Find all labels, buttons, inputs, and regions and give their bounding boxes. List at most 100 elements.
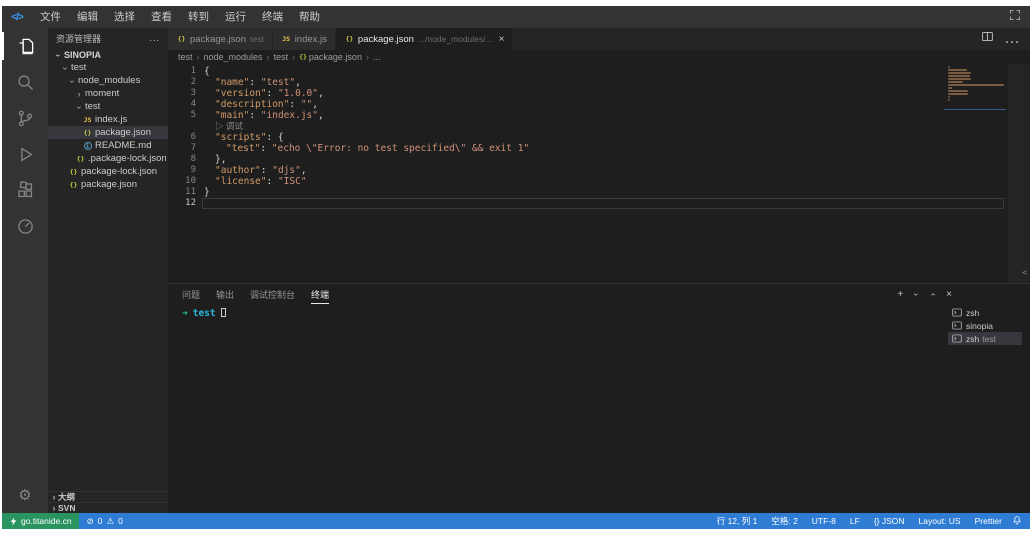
menu-item-7[interactable]: 帮助 <box>291 6 328 28</box>
minimap-line <box>948 81 963 83</box>
remote-indicator[interactable]: go.titanide.cn <box>2 513 79 529</box>
gauge-icon[interactable] <box>2 208 48 244</box>
indentation[interactable]: 空格: 2 <box>771 515 797 527</box>
sidebar-more-actions-icon[interactable]: ... <box>149 33 160 43</box>
json-file-icon: {} <box>344 35 355 43</box>
minimap-line <box>948 78 971 80</box>
eol[interactable]: LF <box>850 516 860 526</box>
menu-item-2[interactable]: 选择 <box>106 6 143 28</box>
cursor-position[interactable]: 行 12, 列 1 <box>717 515 758 527</box>
menu-item-6[interactable]: 终端 <box>254 6 291 28</box>
section-大纲[interactable]: ›大纲 <box>48 491 168 502</box>
tree-item-README.md[interactable]: iREADME.md <box>48 139 168 152</box>
tree-item-package.json[interactable]: {}package.json <box>48 126 168 139</box>
editor-more-actions-icon[interactable]: … <box>1004 30 1020 48</box>
breadcrumb-item[interactable]: ... <box>373 52 381 62</box>
encoding[interactable]: UTF-8 <box>812 516 836 526</box>
editor-tab-package.json[interactable]: {}package.json.../node_modules/...× <box>336 28 514 50</box>
menu-item-3[interactable]: 查看 <box>143 6 180 28</box>
js-file-icon: JS <box>281 35 292 43</box>
section-SVN[interactable]: ›SVN <box>48 502 168 513</box>
tree-item-.package-lock.json[interactable]: {}.package-lock.json <box>48 152 168 165</box>
js-file-icon: JS <box>82 116 93 124</box>
tree-item-node_modules[interactable]: ›node_modules <box>48 74 168 87</box>
terminal-list-item-0[interactable]: zsh <box>948 306 1022 319</box>
activity-bar: ⚙ <box>2 28 48 513</box>
tree-item-moment[interactable]: ›moment <box>48 87 168 100</box>
prompt-arrow: ➜ <box>182 308 188 319</box>
breadcrumb-separator-icon: › <box>292 52 295 62</box>
panel-tab-终端[interactable]: 终端 <box>311 285 329 304</box>
notifications-bell-icon[interactable] <box>1012 515 1030 527</box>
panel-tab-调试控制台[interactable]: 调试控制台 <box>250 285 295 304</box>
tree-item-label: index.js <box>95 114 127 125</box>
code-line: ▷ 调试 <box>168 121 1030 132</box>
extensions-icon[interactable] <box>2 172 48 208</box>
breadcrumb-item[interactable]: test <box>178 52 193 62</box>
breadcrumb-item[interactable]: test <box>274 52 289 62</box>
debug-codelens[interactable]: ▷ 调试 <box>215 121 243 132</box>
line-number: 4 <box>168 99 196 110</box>
expand-window-icon[interactable] <box>1000 8 1030 26</box>
current-line-highlight <box>202 198 1004 209</box>
run-and-debug-icon[interactable] <box>2 136 48 172</box>
terminal-dropdown-icon[interactable]: › <box>912 291 922 299</box>
json-file-icon: {} <box>82 129 93 137</box>
minimap[interactable] <box>948 66 1006 102</box>
terminal-item-label: sinopia <box>966 321 993 331</box>
code-line: 2"name": "test", <box>168 77 1030 88</box>
close-tab-icon[interactable]: × <box>499 34 505 45</box>
tab-label: package.json <box>190 34 246 45</box>
new-terminal-icon[interactable]: + <box>897 289 903 300</box>
terminal-output[interactable]: ➜test <box>168 304 948 513</box>
editor-tab-package.json[interactable]: {}package.jsontest <box>168 28 273 50</box>
minimap-line <box>948 69 967 71</box>
terminal-list-item-1[interactable]: sinopia <box>948 319 1022 332</box>
menu-item-0[interactable]: 文件 <box>32 6 69 28</box>
layout[interactable]: Layout: US <box>919 516 961 526</box>
source-control-icon[interactable] <box>2 100 48 136</box>
tree-item-package-lock.json[interactable]: {}package-lock.json <box>48 165 168 178</box>
editor-tab-index.js[interactable]: JSindex.js <box>273 28 336 50</box>
manage-gear-icon[interactable]: ⚙ <box>2 477 48 513</box>
breadcrumb-label: package.json <box>309 52 362 62</box>
line-number: 11 <box>168 187 196 198</box>
menu-item-5[interactable]: 运行 <box>217 6 254 28</box>
tree-item-SINOPIA[interactable]: ›SINOPIA <box>48 48 168 61</box>
formatter[interactable]: Prettier <box>975 516 1002 526</box>
tree-item-index.js[interactable]: JSindex.js <box>48 113 168 126</box>
maximize-panel-icon[interactable]: › <box>928 291 938 299</box>
search-icon[interactable] <box>2 64 48 100</box>
editor-scrollbar[interactable] <box>1008 64 1030 283</box>
tab-label: package.json <box>358 34 414 45</box>
info-file-icon: i <box>82 142 93 150</box>
problems-status[interactable]: ⊘ 0 ⚠ 0 <box>79 516 131 527</box>
code-line: 5 "main": "index.js", <box>168 110 1030 121</box>
minimap-line <box>948 93 968 95</box>
panel-tab-问题[interactable]: 问题 <box>182 285 200 304</box>
line-number: 5 <box>168 110 196 121</box>
terminal-list-item-2[interactable]: zshtest <box>948 332 1022 345</box>
terminal-icon <box>952 321 962 330</box>
terminal-icon <box>952 334 962 343</box>
breadcrumb-item[interactable]: node_modules <box>204 52 263 62</box>
code-line: 11} <box>168 187 1030 198</box>
chevron-right-icon: › <box>50 492 58 502</box>
panel-tab-输出[interactable]: 输出 <box>216 285 234 304</box>
tree-item-package.json[interactable]: {}package.json <box>48 178 168 191</box>
code-editor[interactable]: 1{2"name": "test",3"version": "1.0.0",4"… <box>168 64 1030 283</box>
breadcrumb-separator-icon: › <box>366 52 369 62</box>
code-line: 7"test": "echo \"Error: no test specifie… <box>168 143 1030 154</box>
menu-item-4[interactable]: 转到 <box>180 6 217 28</box>
breadcrumb-item[interactable]: {}package.json <box>299 52 362 62</box>
code-line: 1{ <box>168 66 1030 77</box>
tree-item-test[interactable]: ›test <box>48 61 168 74</box>
menu-item-1[interactable]: 编辑 <box>69 6 106 28</box>
language-mode[interactable]: {} JSON <box>874 516 905 526</box>
close-panel-icon[interactable]: × <box>946 289 952 300</box>
section-label: SVN <box>58 503 75 513</box>
code-text: "main": "index.js", <box>215 110 324 121</box>
explorer-icon[interactable] <box>2 28 48 64</box>
split-editor-icon[interactable] <box>981 30 994 48</box>
tree-item-test[interactable]: ›test <box>48 100 168 113</box>
